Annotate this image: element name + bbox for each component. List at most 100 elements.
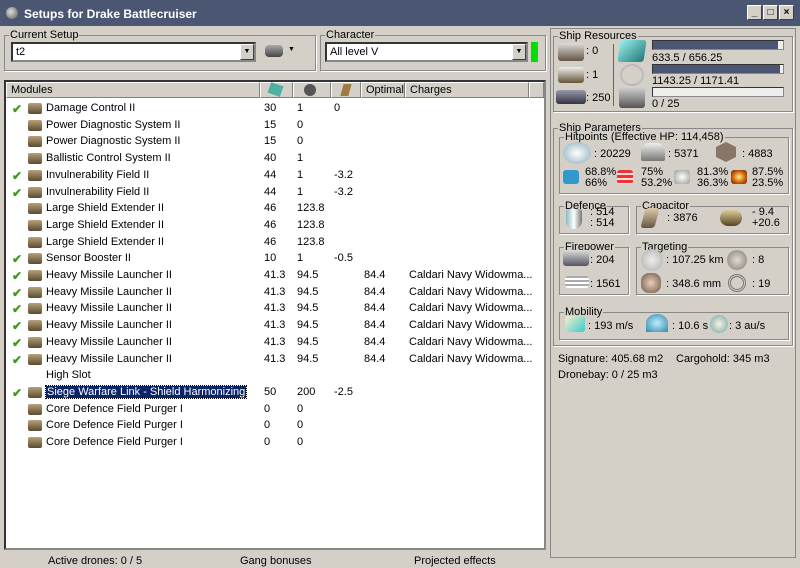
module-row[interactable]: Ballistic Control System II 40 1 (6, 150, 544, 166)
module-optimal: 84.4 (364, 285, 386, 298)
module-row[interactable]: Large Shield Extender II 46 123.8 (6, 200, 544, 216)
module-row[interactable]: ✔ Invulnerability Field II 44 1 -3.2 (6, 184, 544, 200)
setup-select[interactable]: t2 ▼ (11, 42, 256, 62)
module-cpu: 44 (264, 168, 277, 181)
cpu-bar (652, 40, 784, 50)
defence-values: : 514: 514 (590, 206, 615, 229)
velocity-icon (565, 316, 585, 332)
hitpoints-label: Hitpoints (Effective HP: 114,458) (565, 131, 724, 143)
active-check-icon[interactable]: ✔ (12, 186, 22, 200)
module-powergrid: 94.5 (297, 285, 319, 298)
module-row[interactable]: ✔ Damage Control II 30 1 0 (6, 100, 544, 116)
module-row[interactable]: ✔ Heavy Missile Launcher II 41.3 94.5 84.4 Ca… (6, 334, 544, 350)
module-row[interactable]: ✔ Heavy Missile Launcher II 41.3 94.5 84.4 Ca… (6, 351, 544, 367)
dropdown-arrow-icon[interactable]: ▼ (288, 46, 295, 53)
module-row[interactable]: ✔ Invulnerability Field II 44 1 -3.2 (6, 167, 544, 183)
active-check-icon[interactable]: ✔ (12, 286, 22, 300)
module-row[interactable]: ✔ Heavy Missile Launcher II 41.3 94.5 84.4 Ca… (6, 300, 544, 316)
current-setup-label: Current Setup (10, 29, 79, 41)
module-name: Ballistic Control System II (46, 152, 171, 165)
active-check-icon[interactable]: ✔ (12, 386, 22, 400)
module-powergrid: 0 (297, 436, 304, 448)
projected-effects[interactable]: Projected effects (414, 555, 496, 567)
module-row[interactable]: ✔ Heavy Missile Launcher II 41.3 94.5 84.4 Ca… (6, 284, 544, 300)
module-capacitor: -3.2 (334, 168, 353, 181)
module-row[interactable]: Core Defence Field Purger I 0 0 (6, 417, 544, 433)
active-check-icon[interactable]: ✔ (12, 102, 22, 116)
sensor-strength: : 19 (752, 278, 771, 290)
module-powergrid: 94.5 (297, 319, 319, 332)
gang-bonuses[interactable]: Gang bonuses (240, 555, 312, 567)
module-powergrid: 123.8 (297, 218, 325, 231)
character-value: All level V (330, 46, 379, 58)
thermal-resist: 75% 53.2% (641, 166, 673, 189)
module-row[interactable]: Core Defence Field Purger I 0 0 (6, 434, 544, 450)
active-drones[interactable]: Active drones: 0 / 5 (48, 555, 142, 567)
em-resist-icon (563, 170, 579, 184)
module-cpu: 40 (264, 152, 277, 165)
cargohold: Cargohold: 345 m3 (676, 353, 770, 365)
module-icon (28, 353, 42, 365)
module-name: Siege Warfare Link - Shield Harmonizing (44, 384, 248, 399)
scan-resolution-icon (641, 273, 661, 293)
module-icon (28, 136, 42, 148)
module-row[interactable]: Large Shield Extender II 46 123.8 (6, 234, 544, 250)
module-optimal: 84.4 (364, 352, 386, 365)
module-row[interactable]: Large Shield Extender II 46 123.8 (6, 217, 544, 233)
active-check-icon[interactable]: ✔ (12, 169, 22, 183)
module-row[interactable]: ✔ Heavy Missile Launcher II 41.3 94.5 84.4 Ca… (6, 267, 544, 283)
module-row[interactable]: ✔ Siege Warfare Link - Shield Harmonizing… (6, 384, 544, 400)
header-cpu[interactable] (260, 82, 293, 98)
module-name: Heavy Missile Launcher II (46, 302, 172, 315)
setup-value: t2 (16, 46, 26, 58)
module-icon (28, 236, 42, 248)
module-name: Large Shield Extender II (46, 202, 165, 215)
launcher-slots: : 1 (586, 69, 599, 81)
module-row[interactable]: ✔ Sensor Booster II 10 1 -0.5 (6, 250, 544, 266)
module-cpu: 46 (264, 218, 277, 231)
active-check-icon[interactable]: ✔ (12, 319, 22, 333)
module-row[interactable]: Core Defence Field Purger I 0 0 (6, 401, 544, 417)
module-row[interactable]: ✔ Heavy Missile Launcher II 41.3 94.5 84.4 Ca… (6, 317, 544, 333)
defence-icon (566, 209, 582, 229)
chevron-down-icon[interactable]: ▼ (240, 44, 254, 60)
firepower-dps: : 1561 (590, 278, 621, 290)
header-modules[interactable]: Modules (6, 82, 260, 98)
character-label: Character (326, 29, 375, 41)
module-powergrid: 1 (297, 185, 304, 198)
app-icon (6, 7, 18, 19)
active-check-icon[interactable]: ✔ (12, 252, 22, 266)
capacitor-capacity: : 3876 (667, 212, 698, 224)
ship-menu-icon[interactable] (265, 45, 283, 57)
module-icon (28, 219, 42, 231)
header-charges[interactable]: Charges (405, 82, 529, 98)
close-button[interactable]: × (779, 5, 794, 20)
module-row[interactable]: Power Diagnostic System II 15 0 (6, 133, 544, 149)
header-filler (529, 82, 544, 98)
module-cpu: 50 (264, 385, 277, 398)
modules-list[interactable]: Modules Optimal Charges ✔ Damage Control … (4, 80, 546, 550)
module-powergrid: 94.5 (297, 302, 319, 315)
active-check-icon[interactable]: ✔ (12, 302, 22, 316)
header-powergrid[interactable] (293, 82, 331, 98)
chevron-down-icon[interactable]: ▼ (512, 44, 526, 60)
active-check-icon[interactable]: ✔ (12, 336, 22, 350)
module-powergrid: 0 (297, 118, 304, 131)
module-powergrid: 1 (297, 152, 304, 165)
module-row[interactable]: High Slot (6, 367, 544, 383)
header-optimal[interactable]: Optimal (361, 82, 405, 98)
active-check-icon[interactable]: ✔ (12, 269, 22, 283)
window-title: Setups for Drake Battlecruiser (24, 7, 197, 21)
active-check-icon[interactable]: ✔ (12, 353, 22, 367)
capacitor-delta: - 9.4 +20.6 (752, 206, 780, 229)
module-charges: Caldari Navy Widowma... (409, 352, 533, 365)
module-row[interactable]: Power Diagnostic System II 15 0 (6, 117, 544, 133)
shield-hp: : 20229 (594, 148, 631, 160)
maximize-button[interactable]: □ (763, 5, 778, 20)
minimize-button[interactable]: _ (747, 5, 762, 20)
module-optimal: 84.4 (364, 302, 386, 315)
warp-speed: : 3 au/s (729, 320, 766, 332)
module-cpu: 0 (264, 402, 271, 415)
header-capacitor[interactable] (331, 82, 361, 98)
character-select[interactable]: All level V ▼ (325, 42, 528, 62)
